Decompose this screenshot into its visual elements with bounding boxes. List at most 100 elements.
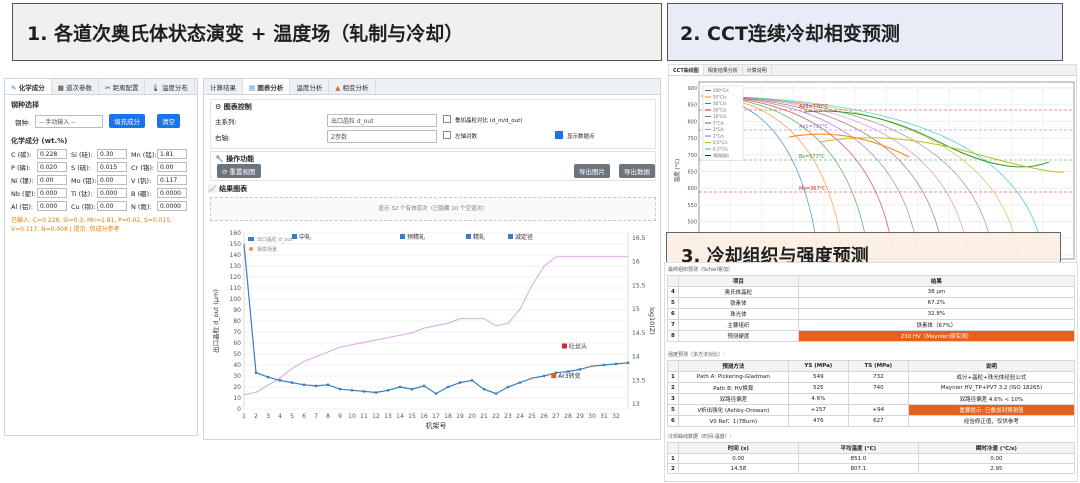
fill-composition-button[interactable]: 填充成分 xyxy=(109,114,145,128)
column-header xyxy=(667,360,679,372)
tab-temperature[interactable]: 🌡 温度分布 xyxy=(145,79,195,94)
element-input[interactable]: 0.000 xyxy=(97,188,127,198)
main-series-select[interactable]: 出口晶粒 d_out xyxy=(327,114,437,127)
legend-swatch xyxy=(249,247,253,251)
export-data-button[interactable]: 导出数据 xyxy=(619,164,655,178)
x-tick-label: 13 xyxy=(384,413,392,420)
element-input[interactable]: 0.000 xyxy=(37,188,67,198)
y-tick-label: 120 xyxy=(230,274,242,281)
log-checkbox[interactable] xyxy=(443,131,451,139)
column-header xyxy=(667,275,679,287)
show-points-checkbox[interactable] xyxy=(555,131,563,139)
table-cell: 67.2% xyxy=(797,297,1076,309)
element-input[interactable]: 0.00 xyxy=(97,175,127,185)
element-input[interactable]: 0.117 xyxy=(157,175,187,185)
legend-entry: 1°C/s xyxy=(713,134,724,139)
grain-chart: 0102030405060708090100110120130140150160… xyxy=(211,230,656,430)
data-point xyxy=(542,374,546,378)
table-row: 1 0.00 851.0 0.00 xyxy=(667,453,1076,464)
y-tick-label: 900 xyxy=(687,86,697,92)
element-input[interactable]: 0.00 xyxy=(97,201,127,211)
right-axis-label: 右轴: xyxy=(215,134,231,142)
reset-view-button[interactable]: ⟳ 重置视图 xyxy=(217,164,261,178)
annotation-label: 精轧 xyxy=(473,233,485,241)
table-row: 7 主要组织 铁素体（67%） xyxy=(667,319,1076,331)
table-row: 6 珠光体 32.8% xyxy=(667,308,1076,320)
element-input[interactable]: 0.30 xyxy=(97,149,127,159)
export-image-button[interactable]: 导出图片 xyxy=(574,164,610,178)
overlay-label: 叠加晶粒对比 (d_in/d_out) xyxy=(455,118,523,124)
composition-cell: N (氮): 0.0000 xyxy=(131,201,191,211)
table-cell: 4.6% xyxy=(787,393,849,405)
element-input[interactable]: 0.020 xyxy=(37,162,67,172)
table-cell: 14.58 xyxy=(677,463,799,474)
column-header: 项目 xyxy=(677,275,799,287)
table-cell: 奥氏体晶粒 xyxy=(677,286,799,298)
legend-entry: 3°C/s xyxy=(713,127,724,132)
data-point xyxy=(254,371,258,374)
ruler-icon: ✂ xyxy=(104,84,111,92)
composition-cell: Cu (铜): 0.00 xyxy=(71,201,131,211)
element-label: Ti (钛): xyxy=(71,190,93,198)
tab-phase-result[interactable]: 相变结果分析 xyxy=(704,65,743,75)
steel-select[interactable]: -- 手动输入 -- xyxy=(35,115,103,128)
element-input[interactable]: 0.228 xyxy=(37,149,67,159)
tab-calc-notes[interactable]: 计算说明 xyxy=(743,65,772,75)
tab-distance[interactable]: ✂ 距离配置 xyxy=(99,79,146,94)
table-cell: 807.1 xyxy=(797,463,919,474)
data-point xyxy=(590,364,594,368)
element-label: P (磷): xyxy=(11,164,31,172)
right-axis-select[interactable]: Z参数 xyxy=(327,130,437,143)
data-point xyxy=(458,381,462,384)
table-cell: 双路径偏差 4.6% < 10% xyxy=(907,393,1076,405)
element-label: Mo (钼): xyxy=(71,177,97,185)
y-tick-label: 140 xyxy=(230,252,242,259)
data-point xyxy=(518,381,522,384)
table-cell xyxy=(847,393,909,405)
x-tick-label: 6 xyxy=(302,413,306,420)
tab-chart[interactable]: ▤ 图表分析 xyxy=(243,79,291,94)
tab-cct-curve[interactable]: CCT曲线图 xyxy=(669,65,704,75)
x-tick-label: 8 xyxy=(326,413,330,420)
tab-phase[interactable]: ▲ 相变分析 xyxy=(329,79,376,94)
composition-row: C (碳): 0.228 Si (硅): 0.30 Mn (锰): 1.81 xyxy=(11,149,191,159)
element-input[interactable]: 1.81 xyxy=(157,149,187,159)
ops-title: 🔧 操作功能 xyxy=(215,155,255,163)
tab-pass-params[interactable]: ▦ 道次参数 xyxy=(52,79,99,94)
table-cell: +157 xyxy=(787,404,849,416)
tab-results[interactable]: 计算结果 xyxy=(204,79,243,94)
tab-temp-analysis[interactable]: 温度分析 xyxy=(290,79,330,94)
element-input[interactable]: 0.0000 xyxy=(157,201,187,211)
x-tick-label: 15 xyxy=(408,413,416,420)
table-cell: 2.95 xyxy=(917,463,1076,474)
clear-button[interactable]: 清空 xyxy=(157,114,180,128)
table-cell: 38 μm xyxy=(797,286,1076,298)
y2-tick-label: 15.5 xyxy=(632,282,646,289)
data-point xyxy=(482,388,486,391)
table-cell: +94 xyxy=(847,404,909,416)
overlay-checkbox[interactable] xyxy=(443,115,451,123)
ops-box: 🔧 操作功能 ⟳ 重置视图 导出图片 导出数据 xyxy=(210,151,656,181)
x-tick-label: 9 xyxy=(338,413,342,420)
chart-control-box: ⚙ 图表控制 主系列: 出口晶粒 d_out 叠加晶粒对比 (d_in/d_ou… xyxy=(210,99,656,149)
element-input[interactable]: 0.0000 xyxy=(157,188,187,198)
y-axis-label: 出口晶粒 d_out (μm) xyxy=(211,289,220,353)
data-point xyxy=(434,392,438,395)
data-point xyxy=(614,362,618,366)
y-tick-label: 600 xyxy=(687,186,697,192)
composition-cell: Ti (钛): 0.000 xyxy=(71,188,131,198)
element-input[interactable]: 0.00 xyxy=(157,162,187,172)
table-row: 5 V析出强化 (Ashby-Orowan) +157 +94 重要提示: 已叠加到预测… xyxy=(667,404,1076,416)
tab-composition[interactable]: ✎ 化学成分 xyxy=(5,79,52,94)
legend-entry: 30°C/s xyxy=(713,101,726,106)
element-input[interactable]: 0.00 xyxy=(37,175,67,185)
y-tick-label: 70 xyxy=(233,329,241,336)
thermometer-icon: 🌡 xyxy=(151,84,160,92)
element-label: C (碳): xyxy=(11,151,32,159)
table-cell: 1 xyxy=(667,371,679,383)
legend-entry: 50°C/s xyxy=(713,95,726,100)
element-input[interactable]: 0.015 xyxy=(97,162,127,172)
element-input[interactable]: 0.000 xyxy=(37,201,67,211)
composition-cell: B (硼): 0.0000 xyxy=(131,188,191,198)
table-cell: 6 xyxy=(667,308,679,320)
